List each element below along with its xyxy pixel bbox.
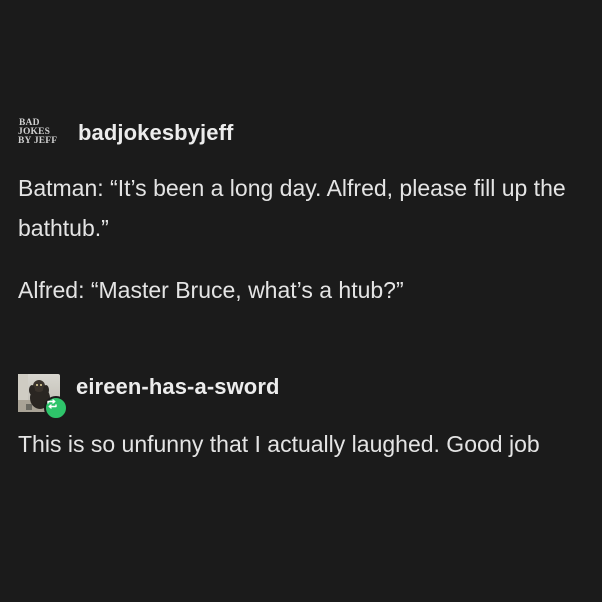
op-paragraph-2: Alfred: “Master Bruce, what’s a htub?” [18, 277, 404, 303]
avatar-logo-line: BY JEFF [18, 135, 58, 146]
reblog-comment: This is so unfunny that I actually laugh… [18, 431, 540, 457]
op-paragraph-1: Batman: “It’s been a long day. Alfred, p… [18, 175, 566, 241]
op-username[interactable]: badjokesbyjeff [78, 120, 233, 146]
reblog-badge [44, 396, 68, 420]
op-header: BAD JOKES BY JEFF badjokesbyjeff [18, 112, 233, 152]
reblog-avatar[interactable] [18, 374, 68, 420]
op-avatar[interactable]: BAD JOKES BY JEFF [18, 112, 62, 152]
reblog-header: eireen-has-a-sword [18, 368, 280, 420]
tumblr-post: BAD JOKES BY JEFF badjokesbyjeff Batman:… [0, 0, 602, 602]
reblog-icon [47, 399, 57, 409]
reblog-username[interactable]: eireen-has-a-sword [76, 374, 280, 400]
